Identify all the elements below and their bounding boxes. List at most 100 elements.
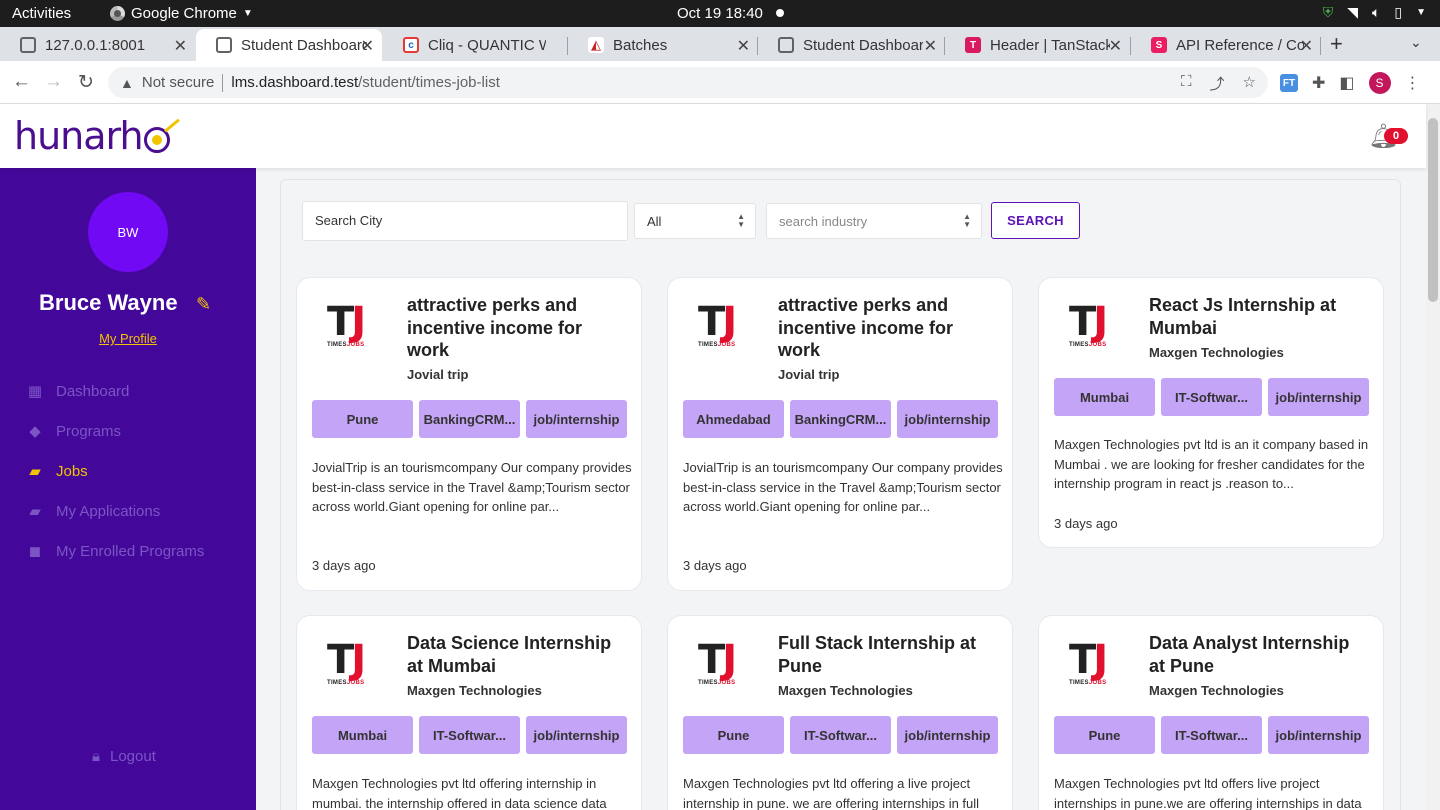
globe-icon (216, 37, 232, 53)
scrollbar-thumb[interactable] (1428, 118, 1438, 302)
job-card[interactable]: TJ TIMESJOBS Full Stack Internship at Pu… (667, 615, 1013, 810)
close-icon[interactable]: ✕ (361, 36, 374, 56)
app-menu[interactable]: Google Chrome ▼ (110, 5, 253, 22)
profile-avatar-icon[interactable]: S (1368, 72, 1391, 94)
tab-student-dashboard-active[interactable]: Student Dashboard ✕ (196, 29, 382, 61)
sidebar-item-programs[interactable]: ◆ Programs (24, 422, 121, 441)
new-tab-button[interactable]: + (1330, 31, 1343, 57)
browser-tab-strip: 127.0.0.1:8001 ✕ Student Dashboard ✕ c C… (0, 27, 1440, 61)
edit-pencil-icon[interactable]: ✎ (196, 294, 211, 315)
job-type-tag: job/internship (897, 400, 998, 438)
job-card[interactable]: TJ TIMESJOBS attractive perks and incent… (667, 277, 1013, 591)
job-card[interactable]: TJ TIMESJOBS React Js Internship at Mumb… (1038, 277, 1384, 548)
tab-tanstack[interactable]: T Header | TanStack ✕ (945, 29, 1130, 61)
job-card[interactable]: TJ TIMESJOBS attractive perks and incent… (296, 277, 642, 591)
puzzle-extensions-icon[interactable]: ✚ (1312, 73, 1325, 93)
shield-icon: ⛨ (1322, 4, 1334, 20)
company-name: Maxgen Technologies (1149, 345, 1284, 360)
job-title[interactable]: React Js Internship at Mumbai (1149, 294, 1359, 339)
job-title[interactable]: attractive perks and incentive income fo… (407, 294, 617, 362)
logout-button[interactable]: 🔒︎ Logout (92, 748, 156, 765)
more-menu-icon[interactable]: ⋮ (1405, 73, 1421, 93)
job-title[interactable]: Data Analyst Internship at Pune (1149, 632, 1359, 677)
extension-ft-icon[interactable]: FT (1280, 74, 1298, 92)
search-city-input[interactable]: Search City (302, 201, 628, 241)
job-card[interactable]: TJ TIMESJOBS Data Analyst Internship at … (1038, 615, 1384, 810)
address-bar[interactable]: ▲ Not secure lms.dashboard.test/student/… (108, 67, 1268, 98)
industry-tag: IT-Softwar... (1161, 716, 1262, 754)
hunarho-logo[interactable]: hunarh (14, 114, 180, 158)
notification-count-badge: 0 (1384, 128, 1408, 144)
timesjobs-logo: TJ TIMESJOBS (1069, 637, 1108, 686)
location-tag: Mumbai (1054, 378, 1155, 416)
tab-title: Student Dashboard (241, 36, 367, 54)
job-title[interactable]: attractive perks and incentive income fo… (778, 294, 988, 362)
chrome-icon (110, 6, 125, 21)
tab-batches[interactable]: ◭ Batches ✕ (568, 29, 758, 61)
industry-select[interactable]: search industry ▲ ▼ (766, 203, 982, 239)
translate-icon[interactable]: ⛶ (1181, 73, 1192, 94)
tab-localhost[interactable]: 127.0.0.1:8001 ✕ (0, 29, 195, 61)
briefcase-icon: ▰ (29, 463, 41, 480)
job-description: Maxgen Technologies pvt ltd is an it com… (1054, 437, 1369, 491)
company-name: Maxgen Technologies (407, 683, 542, 698)
tab-cliq[interactable]: c Cliq - QUANTIC WEB (383, 29, 566, 61)
posted-time: 3 days ago (1054, 516, 1118, 531)
posted-time: 3 days ago (683, 558, 747, 573)
url-path: /student/times-job-list (358, 74, 500, 91)
user-name: Bruce Wayne (39, 290, 178, 315)
activities-button[interactable]: Activities (12, 5, 71, 22)
job-card[interactable]: TJ TIMESJOBS Data Science Internship at … (296, 615, 642, 810)
job-title[interactable]: Full Stack Internship at Pune (778, 632, 988, 677)
job-description: JovialTrip is an tourismcompany Our comp… (312, 460, 632, 514)
logo-text: hunarh (14, 114, 144, 158)
forward-arrow-icon[interactable]: → (44, 71, 63, 93)
tanstack-icon: T (965, 37, 981, 53)
notification-dot-icon (776, 9, 784, 17)
dashboard-grid-icon: ▦ (27, 383, 43, 400)
clock[interactable]: Oct 19 18:40 (677, 5, 763, 22)
location-tag: Pune (1054, 716, 1155, 754)
job-type-select[interactable]: All ▲ ▼ (634, 203, 756, 239)
sort-arrows-icon: ▲ ▼ (737, 212, 745, 229)
chevron-down-icon: ▼ (1416, 7, 1426, 18)
job-description: Maxgen Technologies pvt ltd offering a l… (683, 776, 980, 810)
share-icon[interactable]: ⤴ (1210, 73, 1225, 94)
tab-search-chevron-icon[interactable]: ⌄ (1410, 34, 1422, 51)
target-logo-icon (143, 118, 180, 153)
wifi-icon: ◥ (1347, 4, 1358, 20)
logout-label: Logout (109, 748, 156, 765)
job-type-tag: job/internship (526, 400, 627, 438)
close-icon[interactable]: ✕ (174, 36, 187, 56)
security-label[interactable]: Not secure (142, 74, 215, 91)
job-type-tag: job/internship (526, 716, 627, 754)
back-arrow-icon[interactable]: ← (12, 71, 31, 93)
close-icon[interactable]: ✕ (1300, 36, 1313, 56)
location-tag: Pune (683, 716, 784, 754)
warning-icon[interactable]: ▲ (120, 75, 134, 91)
close-icon[interactable]: ✕ (924, 36, 937, 56)
job-description: Maxgen Technologies pvt ltd offers live … (1054, 776, 1362, 810)
sidebar-item-dashboard[interactable]: ▦ Dashboard (24, 382, 129, 401)
tab-api-reference[interactable]: S API Reference / Components ✕ (1131, 29, 1321, 61)
industry-tag: IT-Softwar... (1161, 378, 1262, 416)
reload-icon[interactable]: ↻ (78, 71, 94, 94)
sidebar-item-my-enrolled-programs[interactable]: ◼ My Enrolled Programs (24, 542, 205, 561)
sidebar-item-my-applications[interactable]: ▰ My Applications (24, 502, 160, 521)
tab-student-dashboard[interactable]: Student Dashboard ✕ (758, 29, 945, 61)
search-button[interactable]: SEARCH (991, 202, 1080, 239)
my-profile-link[interactable]: My Profile (0, 331, 256, 346)
close-icon[interactable]: ✕ (737, 36, 750, 56)
job-description: JovialTrip is an tourismcompany Our comp… (683, 460, 1003, 514)
url-host: lms.dashboard.test (231, 74, 359, 91)
timesjobs-logo: TJ TIMESJOBS (698, 299, 737, 348)
side-panel-icon[interactable]: ◧ (1339, 73, 1354, 93)
timesjobs-logo: TJ TIMESJOBS (698, 637, 737, 686)
close-icon[interactable]: ✕ (1109, 36, 1122, 56)
location-tag: Pune (312, 400, 413, 438)
job-title[interactable]: Data Science Internship at Mumbai (407, 632, 617, 677)
star-icon[interactable]: ☆ (1243, 73, 1256, 94)
avatar[interactable]: BW (88, 192, 168, 272)
sidebar-item-jobs[interactable]: ▰ Jobs (24, 462, 87, 481)
system-tray[interactable]: ⛨ ◥ 🔈︎ ▯ ▼ (1323, 4, 1426, 21)
